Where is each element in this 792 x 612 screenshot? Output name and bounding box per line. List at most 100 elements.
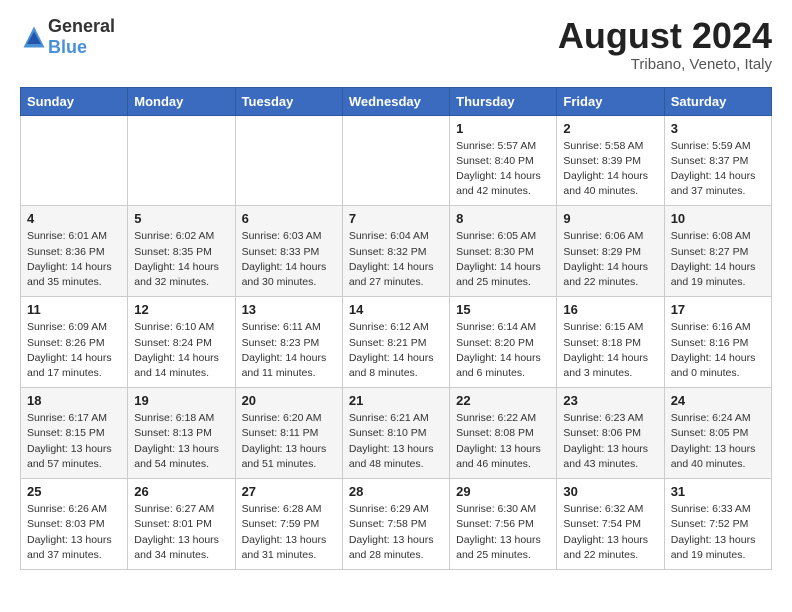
day-number: 11 — [27, 302, 121, 317]
day-info: Sunrise: 6:06 AM Sunset: 8:29 PM Dayligh… — [563, 229, 657, 290]
day-info: Sunrise: 6:10 AM Sunset: 8:24 PM Dayligh… — [134, 320, 228, 381]
day-number: 14 — [349, 302, 443, 317]
calendar-cell: 13Sunrise: 6:11 AM Sunset: 8:23 PM Dayli… — [235, 297, 342, 388]
day-info: Sunrise: 6:22 AM Sunset: 8:08 PM Dayligh… — [456, 411, 550, 472]
day-info: Sunrise: 6:18 AM Sunset: 8:13 PM Dayligh… — [134, 411, 228, 472]
day-number: 28 — [349, 484, 443, 499]
day-number: 4 — [27, 211, 121, 226]
calendar-cell — [21, 115, 128, 206]
calendar-cell: 5Sunrise: 6:02 AM Sunset: 8:35 PM Daylig… — [128, 206, 235, 297]
day-number: 15 — [456, 302, 550, 317]
calendar-cell: 4 Sunrise: 6:01 AM Sunset: 8:36 PM Daylig… — [21, 206, 128, 297]
calendar-cell: 9 Sunrise: 6:06 AM Sunset: 8:29 PM Daylig… — [557, 206, 664, 297]
day-number: 25 — [27, 484, 121, 499]
day-info: Sunrise: 6:27 AM Sunset: 8:01 PM Dayligh… — [134, 502, 228, 563]
weekday-header-friday: Friday — [557, 87, 664, 115]
day-number: 16 — [563, 302, 657, 317]
day-number: 8 — [456, 211, 550, 226]
calendar-cell: 26 Sunrise: 6:27 AM Sunset: 8:01 PM Dayli… — [128, 479, 235, 570]
day-info: Sunrise: 6:24 AM Sunset: 8:05 PM Dayligh… — [671, 411, 765, 472]
calendar-week-2: 4 Sunrise: 6:01 AM Sunset: 8:36 PM Daylig… — [21, 206, 772, 297]
day-number: 21 — [349, 393, 443, 408]
calendar-cell: 24 Sunrise: 6:24 AM Sunset: 8:05 PM Dayli… — [664, 388, 771, 479]
calendar-cell: 7Sunrise: 6:04 AM Sunset: 8:32 PM Daylig… — [342, 206, 449, 297]
day-number: 10 — [671, 211, 765, 226]
header: General Blue August 2024 Tribano, Veneto… — [20, 16, 772, 73]
title-block: August 2024 Tribano, Veneto, Italy — [558, 16, 772, 73]
calendar-cell: 2Sunrise: 5:58 AM Sunset: 8:39 PM Daylig… — [557, 115, 664, 206]
day-info: Sunrise: 6:09 AM Sunset: 8:26 PM Dayligh… — [27, 320, 121, 381]
day-info: Sunrise: 6:11 AM Sunset: 8:23 PM Dayligh… — [242, 320, 336, 381]
calendar-cell: 23 Sunrise: 6:23 AM Sunset: 8:06 PM Dayli… — [557, 388, 664, 479]
calendar-cell: 18Sunrise: 6:17 AM Sunset: 8:15 PM Dayli… — [21, 388, 128, 479]
calendar-cell: 27 Sunrise: 6:28 AM Sunset: 7:59 PM Dayli… — [235, 479, 342, 570]
calendar-cell: 19 Sunrise: 6:18 AM Sunset: 8:13 PM Dayli… — [128, 388, 235, 479]
logo-blue: Blue — [48, 37, 87, 57]
day-info: Sunrise: 6:21 AM Sunset: 8:10 PM Dayligh… — [349, 411, 443, 472]
day-number: 20 — [242, 393, 336, 408]
weekday-header-monday: Monday — [128, 87, 235, 115]
day-info: Sunrise: 6:17 AM Sunset: 8:15 PM Dayligh… — [27, 411, 121, 472]
day-number: 31 — [671, 484, 765, 499]
logo-general: General — [48, 16, 115, 36]
day-number: 1 — [456, 121, 550, 136]
calendar-cell: 31 Sunrise: 6:33 AM Sunset: 7:52 PM Dayli… — [664, 479, 771, 570]
day-info: Sunrise: 6:30 AM Sunset: 7:56 PM Dayligh… — [456, 502, 550, 563]
day-info: Sunrise: 6:14 AM Sunset: 8:20 PM Dayligh… — [456, 320, 550, 381]
day-number: 26 — [134, 484, 228, 499]
day-info: Sunrise: 5:57 AM Sunset: 8:40 PM Dayligh… — [456, 139, 550, 200]
calendar-cell: 29 Sunrise: 6:30 AM Sunset: 7:56 PM Dayli… — [450, 479, 557, 570]
calendar-cell: 1 Sunrise: 5:57 AM Sunset: 8:40 PM Daylig… — [450, 115, 557, 206]
day-number: 22 — [456, 393, 550, 408]
logo-icon — [20, 23, 48, 51]
logo: General Blue — [20, 16, 115, 58]
day-info: Sunrise: 6:32 AM Sunset: 7:54 PM Dayligh… — [563, 502, 657, 563]
calendar-cell — [342, 115, 449, 206]
day-info: Sunrise: 6:29 AM Sunset: 7:58 PM Dayligh… — [349, 502, 443, 563]
day-info: Sunrise: 6:33 AM Sunset: 7:52 PM Dayligh… — [671, 502, 765, 563]
day-info: Sunrise: 6:12 AM Sunset: 8:21 PM Dayligh… — [349, 320, 443, 381]
day-info: Sunrise: 6:03 AM Sunset: 8:33 PM Dayligh… — [242, 229, 336, 290]
calendar-week-5: 25 Sunrise: 6:26 AM Sunset: 8:03 PM Dayli… — [21, 479, 772, 570]
day-info: Sunrise: 6:23 AM Sunset: 8:06 PM Dayligh… — [563, 411, 657, 472]
day-info: Sunrise: 5:58 AM Sunset: 8:39 PM Dayligh… — [563, 139, 657, 200]
calendar-cell: 28 Sunrise: 6:29 AM Sunset: 7:58 PM Dayli… — [342, 479, 449, 570]
day-number: 17 — [671, 302, 765, 317]
calendar-cell: 16 Sunrise: 6:15 AM Sunset: 8:18 PM Dayli… — [557, 297, 664, 388]
weekday-header-thursday: Thursday — [450, 87, 557, 115]
day-info: Sunrise: 6:28 AM Sunset: 7:59 PM Dayligh… — [242, 502, 336, 563]
day-number: 24 — [671, 393, 765, 408]
day-number: 27 — [242, 484, 336, 499]
calendar-cell: 10 Sunrise: 6:08 AM Sunset: 8:27 PM Dayli… — [664, 206, 771, 297]
calendar-cell: 21 Sunrise: 6:21 AM Sunset: 8:10 PM Dayli… — [342, 388, 449, 479]
day-info: Sunrise: 6:26 AM Sunset: 8:03 PM Dayligh… — [27, 502, 121, 563]
weekday-header-saturday: Saturday — [664, 87, 771, 115]
calendar-cell: 20 Sunrise: 6:20 AM Sunset: 8:11 PM Dayli… — [235, 388, 342, 479]
calendar-header-row: SundayMondayTuesdayWednesdayThursdayFrid… — [21, 87, 772, 115]
day-info: Sunrise: 6:01 AM Sunset: 8:36 PM Dayligh… — [27, 229, 121, 290]
day-info: Sunrise: 6:16 AM Sunset: 8:16 PM Dayligh… — [671, 320, 765, 381]
weekday-header-wednesday: Wednesday — [342, 87, 449, 115]
calendar-cell: 11 Sunrise: 6:09 AM Sunset: 8:26 PM Dayli… — [21, 297, 128, 388]
calendar-cell: 6Sunrise: 6:03 AM Sunset: 8:33 PM Daylig… — [235, 206, 342, 297]
calendar-week-4: 18Sunrise: 6:17 AM Sunset: 8:15 PM Dayli… — [21, 388, 772, 479]
day-number: 29 — [456, 484, 550, 499]
calendar-week-1: 1 Sunrise: 5:57 AM Sunset: 8:40 PM Daylig… — [21, 115, 772, 206]
day-info: Sunrise: 6:20 AM Sunset: 8:11 PM Dayligh… — [242, 411, 336, 472]
month-year: August 2024 — [558, 16, 772, 56]
day-number: 19 — [134, 393, 228, 408]
day-number: 9 — [563, 211, 657, 226]
calendar-cell: 25 Sunrise: 6:26 AM Sunset: 8:03 PM Dayli… — [21, 479, 128, 570]
calendar-cell: 12Sunrise: 6:10 AM Sunset: 8:24 PM Dayli… — [128, 297, 235, 388]
day-number: 23 — [563, 393, 657, 408]
day-info: Sunrise: 6:08 AM Sunset: 8:27 PM Dayligh… — [671, 229, 765, 290]
day-info: Sunrise: 6:15 AM Sunset: 8:18 PM Dayligh… — [563, 320, 657, 381]
calendar-cell — [128, 115, 235, 206]
calendar-week-3: 11 Sunrise: 6:09 AM Sunset: 8:26 PM Dayli… — [21, 297, 772, 388]
calendar-cell: 8Sunrise: 6:05 AM Sunset: 8:30 PM Daylig… — [450, 206, 557, 297]
page: General Blue August 2024 Tribano, Veneto… — [0, 0, 792, 590]
weekday-header-tuesday: Tuesday — [235, 87, 342, 115]
calendar-cell: 30Sunrise: 6:32 AM Sunset: 7:54 PM Dayli… — [557, 479, 664, 570]
calendar-cell: 15 Sunrise: 6:14 AM Sunset: 8:20 PM Dayli… — [450, 297, 557, 388]
calendar-cell: 3Sunrise: 5:59 AM Sunset: 8:37 PM Daylig… — [664, 115, 771, 206]
